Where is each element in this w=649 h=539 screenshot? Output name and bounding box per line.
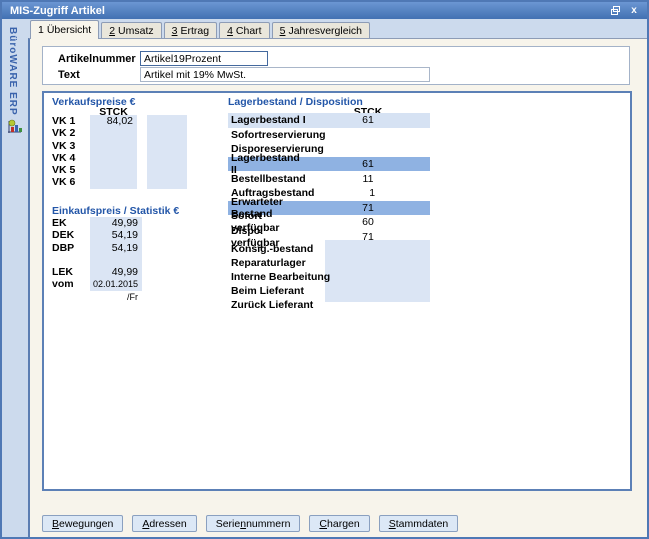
table-row: Reparaturlager [228,256,358,270]
brand-vertical-text: BüroWARE ERP [7,27,18,116]
tab-number: 2 [109,25,115,37]
tab-label: Ertrag [180,25,209,37]
text-label: Text [58,69,80,81]
sidebar: BüroWARE ERP [2,19,28,537]
adressen-button[interactable]: Adressen [132,515,196,532]
seriennummern-button[interactable]: Seriennummern [206,515,301,532]
table-row: VK 184,02 [52,115,212,127]
artikelnummer-input[interactable] [140,51,268,66]
table-row: VK 2 [52,127,212,139]
tab-number: 3 [172,25,178,37]
lagerbestand-rows: Lagerbestand I61 Sofortreservierung Disp… [228,113,430,244]
mis-zugriff-artikel-window: MIS-Zugriff Artikel x BüroWARE ERP [0,0,649,539]
restore-button[interactable] [608,4,622,17]
tab-chart[interactable]: 4 Chart [219,22,270,38]
table-row: DBP54,19 [52,242,212,254]
tab-strip: 1 Übersicht 2 Umsatz 3 Ertrag 4 Chart 5 [28,19,647,38]
tab-ertrag[interactable]: 3 Ertrag [164,22,217,38]
close-button[interactable]: x [627,4,641,17]
tab-umsatz[interactable]: 2 Umsatz [101,22,161,38]
title-bar: MIS-Zugriff Artikel x [2,2,647,19]
table-row: VK 3 [52,140,212,152]
chart-icon[interactable] [6,119,23,135]
tab-jahresvergleich[interactable]: 5 Jahresvergleich [272,22,370,38]
table-row: Konsig.-bestand [228,242,358,256]
ek-rows: EK49,99 DEK54,19 DBP54,19 LEK49,99 vom02… [52,217,212,291]
window-body: BüroWARE ERP 1 Übersicht 2 [2,19,647,537]
table-row: DEK54,19 [52,229,212,241]
article-header-panel: Artikelnummer Text [42,46,630,85]
vk-rows: VK 184,02 VK 2 VK 3 VK 4 VK 5 VK 6 [52,115,212,189]
tab-number: 1 [38,24,44,36]
tab-label: Chart [236,25,262,37]
table-row: Bestellbestand11 [228,171,430,186]
tab-page-area: 1 Übersicht 2 Umsatz 3 Ertrag 4 Chart 5 [28,19,647,537]
table-row: Lagerbestand I61 [228,113,430,128]
stammdaten-button[interactable]: Stammdaten [379,515,459,532]
table-row: Zurück Lieferant [228,298,358,312]
tab-label: Umsatz [118,25,154,37]
uebersicht-page: Artikelnummer Text Verkaufspreise € STCK… [28,38,647,537]
bewegungen-button[interactable]: Bewegungen [42,515,123,532]
restore-icon [611,6,620,15]
table-row: Lagerbestand II61 [228,157,430,172]
table-row [52,254,212,266]
table-row: VK 4 [52,152,212,164]
table-row: Beim Lieferant [228,284,358,298]
tab-label: Jahresvergleich [288,25,362,37]
einkaufspreis-title: Einkaufspreis / Statistik € [52,205,179,217]
table-row: EK49,99 [52,217,212,229]
bottom-button-bar: Bewegungen Adressen Seriennummern Charge… [42,515,458,532]
close-icon: x [631,5,637,16]
table-row: Sofortreservierung [228,128,430,143]
artikelnummer-label: Artikelnummer [58,53,136,65]
table-row: VK 6 [52,176,212,188]
table-row: Interne Bearbeitung [228,270,358,284]
special-stock-labels: Konsig.-bestand Reparaturlager Interne B… [228,242,358,312]
chargen-button[interactable]: Chargen [309,515,369,532]
tab-number: 5 [280,25,286,37]
table-row: vom02.01.2015 /Fr [52,278,212,290]
overview-panel: Verkaufspreise € STCK VK 184,02 VK 2 VK … [42,91,632,491]
tab-number: 4 [227,25,233,37]
window-title: MIS-Zugriff Artikel [10,5,105,17]
table-row: LEK49,99 [52,266,212,278]
tab-label: Übersicht [47,24,91,36]
tab-uebersicht[interactable]: 1 Übersicht [30,20,99,39]
table-row: VK 5 [52,164,212,176]
text-input[interactable] [140,67,430,82]
